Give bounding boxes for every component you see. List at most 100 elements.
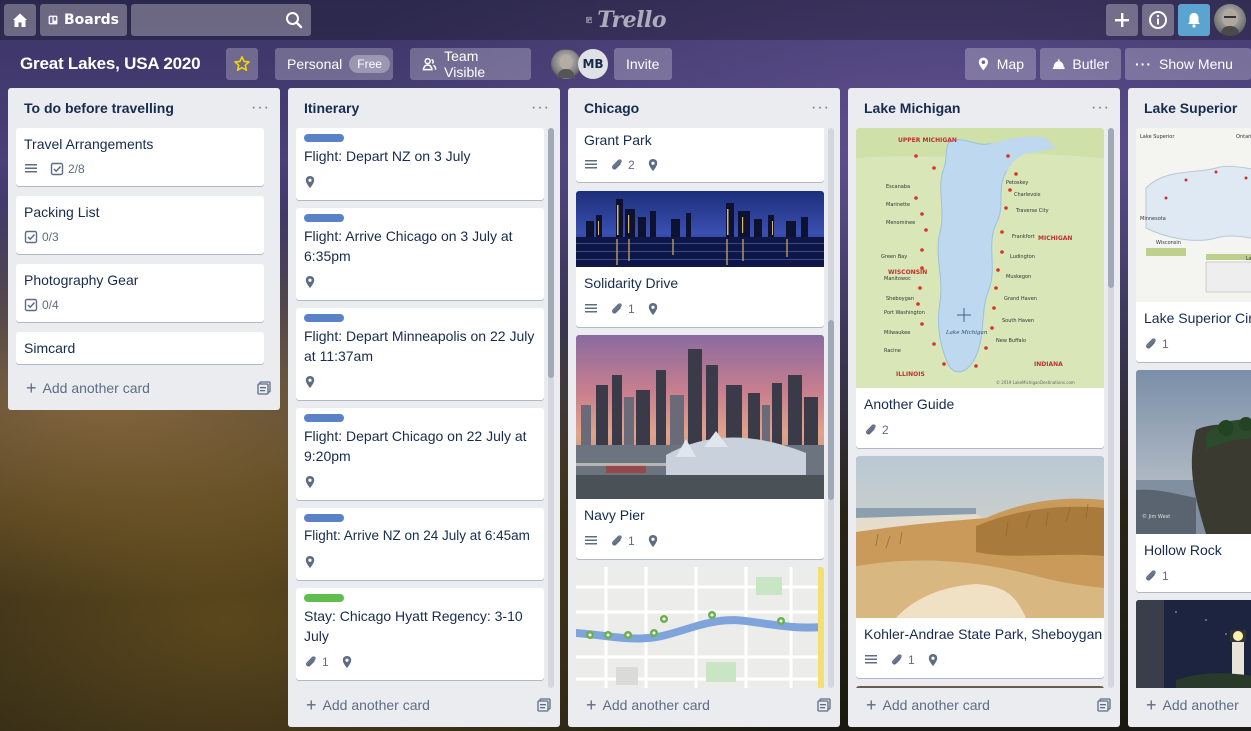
- show-menu-button[interactable]: ··· Show Menu: [1125, 48, 1251, 80]
- card-badges: 1: [864, 653, 939, 667]
- list-title[interactable]: Chicago: [584, 100, 639, 116]
- card-flight-depart-minneapolis[interactable]: Flight: Depart Minneapolis on 22 July at…: [296, 308, 544, 400]
- card-flight-arrive-nz[interactable]: Flight: Arrive NZ on 24 July at 6:45am: [296, 508, 544, 580]
- add-card-label: Add another card: [602, 697, 710, 713]
- card-grant-park[interactable]: Grant Park 2: [576, 128, 824, 182]
- card-title: Solidarity Drive: [584, 275, 679, 291]
- paperclip-icon: [305, 656, 316, 667]
- card-badges: [304, 555, 316, 569]
- butler-button[interactable]: Butler: [1040, 48, 1121, 80]
- plus-icon: +: [586, 695, 597, 715]
- board-title[interactable]: Great Lakes, USA 2020: [20, 54, 201, 74]
- card-title: Flight: Arrive Chicago on 3 July at 6:35…: [304, 228, 513, 264]
- card-container: Lake Superior Ontario Minnesota Wisconsin L…: [1136, 128, 1251, 688]
- card-lake-superior-circle[interactable]: Lake Superior Ontario Minnesota Wisconsin L…: [1136, 128, 1251, 362]
- team-visible-icon: [422, 57, 437, 71]
- star-board-button[interactable]: [226, 48, 258, 80]
- list-title[interactable]: To do before travelling: [24, 100, 174, 116]
- butler-bell-icon: [1052, 59, 1065, 70]
- add-card-button[interactable]: + Add another: [1128, 691, 1251, 719]
- map-button[interactable]: Map: [965, 48, 1036, 80]
- add-card-button[interactable]: + Add another card: [848, 691, 1120, 719]
- trello-logo[interactable]: Trello: [586, 6, 666, 34]
- paperclip-icon: [1145, 338, 1156, 349]
- team-button[interactable]: Personal Free: [275, 48, 393, 80]
- card-title: Packing List: [24, 204, 100, 220]
- card-template-icon[interactable]: [536, 697, 552, 713]
- add-card-button[interactable]: + Add another card: [8, 374, 280, 402]
- user-avatar[interactable]: [1214, 4, 1246, 36]
- plus-icon: +: [866, 695, 877, 715]
- card-badges: 2: [584, 158, 659, 172]
- attachment-badge: 1: [1144, 337, 1169, 351]
- card-packing-list[interactable]: Packing List 0/3: [16, 196, 264, 254]
- list-header[interactable]: Lake Michigan ···: [848, 88, 1120, 128]
- card-solidarity-drive[interactable]: Solidarity Drive 1: [576, 191, 824, 327]
- list-scrollbar[interactable]: [548, 128, 554, 688]
- list-menu-icon[interactable]: ···: [251, 99, 270, 117]
- info-button[interactable]: [1142, 4, 1174, 36]
- list-menu-icon[interactable]: ···: [811, 99, 830, 117]
- card-badges: [304, 375, 316, 389]
- card-flight-arrive-chicago[interactable]: Flight: Arrive Chicago on 3 July at 6:35…: [296, 208, 544, 300]
- list-menu-icon[interactable]: ···: [531, 99, 550, 117]
- card-kohler-andrae[interactable]: Kohler-Andrae State Park, Sheboygan 1: [856, 456, 1104, 678]
- card-flight-depart-nz[interactable]: Flight: Depart NZ on 3 July: [296, 128, 544, 200]
- list-header[interactable]: Chicago ···: [568, 88, 840, 128]
- add-card-button[interactable]: + Add another card: [568, 691, 840, 719]
- member-avatar-initials[interactable]: MB: [578, 49, 608, 79]
- list-scrollbar[interactable]: [1108, 128, 1114, 688]
- svg-text:Petoskey: Petoskey: [1006, 180, 1028, 186]
- add-card-button[interactable]: + Add another card: [288, 691, 560, 719]
- list-header[interactable]: Itinerary ···: [288, 88, 560, 128]
- card-another-guide[interactable]: Escanaba Marinette Menominee Green Bay Mani…: [856, 128, 1104, 448]
- list-title[interactable]: Itinerary: [304, 100, 359, 116]
- svg-text:Grand Haven: Grand Haven: [1004, 296, 1037, 302]
- invite-button[interactable]: Invite: [614, 48, 672, 80]
- attachment-badge: 1: [304, 655, 329, 669]
- map-label-michigan: MICHIGAN: [1038, 235, 1072, 242]
- map-label-lake: Lake Michigan: [945, 330, 988, 336]
- sand-dunes-photo: [856, 456, 1104, 618]
- list-header[interactable]: To do before travelling ···: [8, 88, 280, 128]
- card-title: Lake Superior Cir: [1144, 310, 1251, 326]
- list-title[interactable]: Lake Michigan: [864, 100, 960, 116]
- card-flight-depart-chicago[interactable]: Flight: Depart Chicago on 22 July at 9:2…: [296, 408, 544, 500]
- card-simcard[interactable]: Simcard: [16, 332, 264, 364]
- search-input[interactable]: [131, 4, 311, 36]
- card-hollow-rock[interactable]: © Jim West Hollow Rock 1: [1136, 370, 1251, 592]
- notifications-button[interactable]: [1178, 4, 1210, 36]
- list-scrollbar[interactable]: [828, 128, 834, 688]
- card-template-icon[interactable]: [256, 380, 272, 396]
- location-pin-icon: [305, 176, 315, 188]
- card-template-icon[interactable]: [1096, 697, 1112, 713]
- lighthouse-photo: [1136, 600, 1251, 688]
- scrollbar-thumb[interactable]: [1108, 128, 1114, 288]
- add-card-label: Add another card: [42, 380, 150, 396]
- boards-button[interactable]: Boards: [40, 4, 127, 36]
- svg-text:Menominee: Menominee: [886, 220, 915, 226]
- card-stay-hyatt[interactable]: Stay: Chicago Hyatt Regency: 3-10 July 1: [296, 588, 544, 680]
- card-template-icon[interactable]: [816, 697, 832, 713]
- list-header[interactable]: Lake Superior: [1128, 88, 1251, 128]
- card-photography-gear[interactable]: Photography Gear 0/4: [16, 264, 264, 322]
- attachment-count: 1: [908, 653, 915, 667]
- list-itinerary: Itinerary ··· Flight: Depart NZ on 3 Jul…: [288, 88, 560, 727]
- create-button[interactable]: [1106, 4, 1138, 36]
- list-title[interactable]: Lake Superior: [1144, 100, 1237, 116]
- scrollbar-thumb[interactable]: [828, 320, 834, 500]
- search-icon[interactable]: [285, 11, 303, 29]
- list-menu-icon[interactable]: ···: [1091, 99, 1110, 117]
- visibility-button[interactable]: Team Visible: [410, 48, 531, 80]
- scrollbar-thumb[interactable]: [548, 128, 554, 378]
- svg-text:Charlevoix: Charlevoix: [1014, 192, 1041, 198]
- map-copyright: © 2019 LakeMichiganDestinations.com: [996, 380, 1075, 385]
- card-badges: 1: [1144, 569, 1169, 583]
- card-travel-arrangements[interactable]: Travel Arrangements 2/8: [16, 128, 264, 186]
- card-lighthouse[interactable]: [1136, 600, 1251, 688]
- card-navy-pier[interactable]: Navy Pier 1: [576, 335, 824, 559]
- card-partial[interactable]: [856, 686, 1104, 688]
- member-avatar[interactable]: [551, 49, 581, 79]
- home-button[interactable]: [4, 4, 36, 36]
- card-chicago-map[interactable]: [576, 567, 824, 688]
